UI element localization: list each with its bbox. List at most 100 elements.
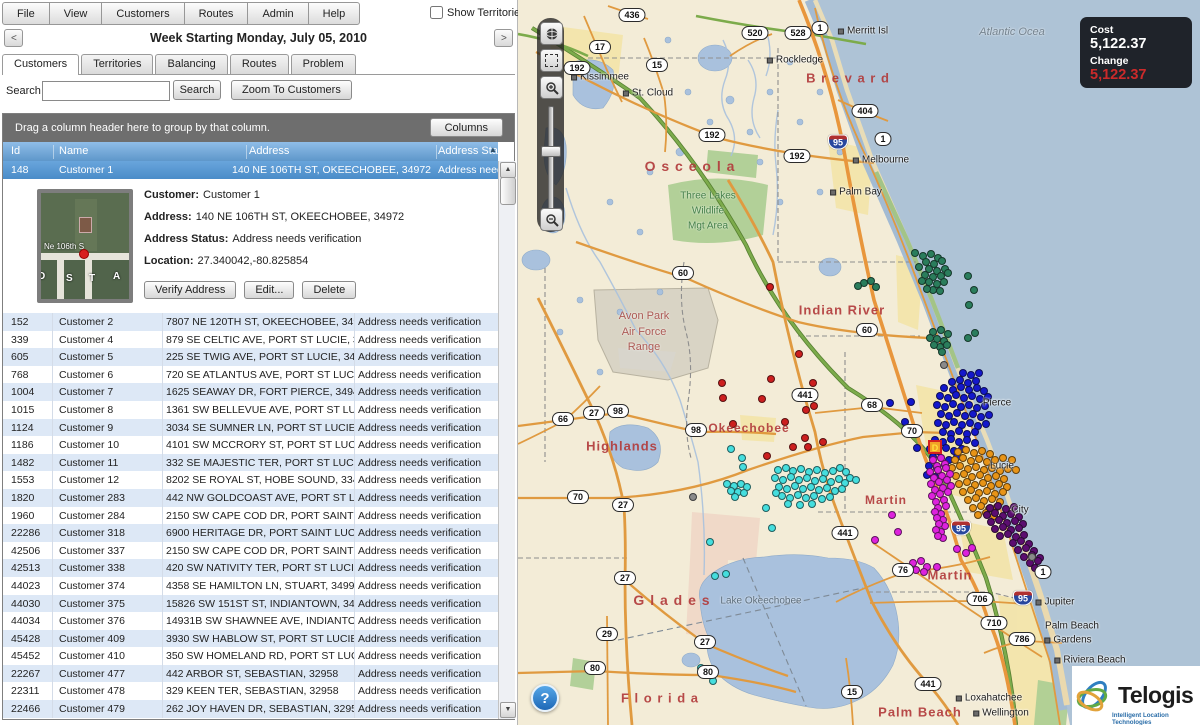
scroll-down-icon[interactable]: ▼ xyxy=(500,702,516,718)
table-row[interactable]: 42513 Customer 338 420 SW NATIVITY TER, PO… xyxy=(3,559,498,577)
map-select-area-button[interactable] xyxy=(540,49,563,72)
customer-dot-blue[interactable] xyxy=(963,436,971,444)
customer-dot-red[interactable] xyxy=(810,402,818,410)
customer-dot-green[interactable] xyxy=(944,269,952,277)
customer-dot-red[interactable] xyxy=(719,394,727,402)
customer-dot-green[interactable] xyxy=(923,285,931,293)
customer-dot-blue[interactable] xyxy=(985,411,993,419)
search-input[interactable] xyxy=(42,81,170,101)
table-row[interactable]: 605 Customer 5 225 SE TWIG AVE, PORT ST LU… xyxy=(3,348,498,366)
customer-dot-green[interactable] xyxy=(872,283,880,291)
customer-dot-red[interactable] xyxy=(795,350,803,358)
table-row[interactable]: 1553 Customer 12 8202 SE ROYAL ST, HOBE SO… xyxy=(3,471,498,489)
scrollbar-thumb[interactable] xyxy=(500,177,516,205)
tab-territories[interactable]: Territories xyxy=(81,54,154,74)
table-row[interactable]: 1186 Customer 10 4101 SW MCCRORY ST, PORT … xyxy=(3,436,498,454)
column-header-name[interactable]: Name xyxy=(59,145,88,157)
customer-dot-red[interactable] xyxy=(718,379,726,387)
customer-dot-green[interactable] xyxy=(918,277,926,285)
customer-dot-green[interactable] xyxy=(936,287,944,295)
customer-dot-cyan[interactable] xyxy=(838,485,846,493)
customer-dot-cyan[interactable] xyxy=(762,504,770,512)
customer-dot-red[interactable] xyxy=(809,379,817,387)
customer-dot-red[interactable] xyxy=(766,283,774,291)
customer-dot-red[interactable] xyxy=(804,443,812,451)
customer-dot-green[interactable] xyxy=(930,341,938,349)
table-row[interactable]: 44030 Customer 375 15826 SW 151ST ST, INDI… xyxy=(3,594,498,613)
customer-dot-blue[interactable] xyxy=(953,409,961,417)
customer-dot-blue[interactable] xyxy=(948,378,956,386)
customer-dot-blue[interactable] xyxy=(913,444,921,452)
table-row[interactable]: 1004 Customer 7 1625 SEAWAY DR, FORT PIERC… xyxy=(3,383,498,401)
customer-dot-cyan[interactable] xyxy=(711,572,719,580)
customer-dot-cyan[interactable] xyxy=(727,445,735,453)
menu-item-customers[interactable]: Customers xyxy=(101,2,185,25)
columns-button[interactable]: Columns xyxy=(429,118,503,137)
customer-dot-blue[interactable] xyxy=(947,435,955,443)
help-button[interactable]: ? xyxy=(531,684,559,712)
table-row[interactable]: 339 Customer 4 879 SE CELTIC AVE, PORT ST … xyxy=(3,330,498,349)
table-row[interactable]: 44034 Customer 376 14931B SW SHAWNEE AVE, … xyxy=(3,612,498,630)
customer-dot-cyan[interactable] xyxy=(774,466,782,474)
table-row[interactable]: 1124 Customer 9 3034 SE SUMNER LN, PORT ST… xyxy=(3,418,498,437)
customer-dot-blue[interactable] xyxy=(886,399,894,407)
grid-scrollbar[interactable]: ▲ ▼ xyxy=(498,161,516,719)
depot-marker[interactable]: D xyxy=(928,440,942,454)
menu-item-routes[interactable]: Routes xyxy=(183,2,249,25)
customer-dot-cyan[interactable] xyxy=(807,483,815,491)
customer-dot-blue[interactable] xyxy=(937,410,945,418)
customer-dot-blue[interactable] xyxy=(940,384,948,392)
customer-dot-purple[interactable] xyxy=(1004,530,1012,538)
customer-dot-blue[interactable] xyxy=(907,398,915,406)
customer-dot-cyan[interactable] xyxy=(810,492,818,500)
menu-item-file[interactable]: File xyxy=(2,2,50,25)
table-row[interactable]: 152 Customer 2 7807 NE 120TH ST, OKEECHOBE… xyxy=(3,313,498,331)
delete-button[interactable]: Delete xyxy=(302,281,357,299)
customer-dot-red[interactable] xyxy=(763,452,771,460)
customer-dot-magenta[interactable] xyxy=(942,502,950,510)
customer-dot-magenta[interactable] xyxy=(968,544,976,552)
customer-dot-orange[interactable] xyxy=(976,471,984,479)
customer-dot-gray[interactable] xyxy=(1028,553,1036,561)
customer-dot-blue[interactable] xyxy=(949,400,957,408)
customer-dot-orange[interactable] xyxy=(959,454,967,462)
tab-problem[interactable]: Problem xyxy=(290,54,356,74)
customer-dot-blue[interactable] xyxy=(982,420,990,428)
customer-dot-magenta[interactable] xyxy=(934,532,942,540)
customer-dot-orange[interactable] xyxy=(995,480,1003,488)
table-row[interactable]: 42506 Customer 337 2150 SW CAPE COD DR, PO… xyxy=(3,541,498,560)
customer-dot-blue[interactable] xyxy=(950,418,958,426)
customer-dot-red[interactable] xyxy=(802,406,810,414)
customer-dot-cyan[interactable] xyxy=(740,489,748,497)
customer-dot-orange[interactable] xyxy=(963,478,971,486)
menu-item-help[interactable]: Help xyxy=(307,2,361,25)
customer-dot-orange[interactable] xyxy=(978,447,986,455)
zoom-slider-handle[interactable] xyxy=(541,146,561,157)
table-row[interactable]: 1960 Customer 284 2150 SW CAPE COD DR, POR… xyxy=(3,506,498,525)
customer-dot-cyan[interactable] xyxy=(818,495,826,503)
selected-table-row[interactable]: 148 Customer 1 140 NE 106TH ST, OKEECHOB… xyxy=(3,161,498,179)
customer-dot-blue[interactable] xyxy=(966,419,974,427)
customer-dot-cyan[interactable] xyxy=(771,474,779,482)
customer-dot-cyan[interactable] xyxy=(791,482,799,490)
table-row[interactable]: 22466 Customer 479 262 JOY HAVEN DR, SEBAS… xyxy=(3,700,498,718)
customer-dot-blue[interactable] xyxy=(968,392,976,400)
customer-dot-orange[interactable] xyxy=(979,479,987,487)
column-header-address[interactable]: Address xyxy=(249,145,289,157)
table-row[interactable]: 45452 Customer 410 350 SW HOMELAND RD, POR… xyxy=(3,647,498,665)
customer-dot-blue[interactable] xyxy=(933,401,941,409)
customer-dot-blue[interactable] xyxy=(975,369,983,377)
tab-routes[interactable]: Routes xyxy=(229,54,289,74)
customer-dot-orange[interactable] xyxy=(960,470,968,478)
customer-dot-green[interactable] xyxy=(938,348,946,356)
column-divider[interactable] xyxy=(53,145,54,159)
customer-dot-cyan[interactable] xyxy=(722,570,730,578)
customer-dot-blue[interactable] xyxy=(969,410,977,418)
customer-dot-cyan[interactable] xyxy=(731,493,739,501)
zoom-slider-track[interactable] xyxy=(548,106,554,210)
customer-dot-blue[interactable] xyxy=(955,427,963,435)
customer-dot-blue[interactable] xyxy=(936,392,944,400)
sort-ascending-icon[interactable]: ▲ xyxy=(489,145,497,154)
customer-dot-blue[interactable] xyxy=(942,444,950,452)
customer-dot-orange[interactable] xyxy=(992,472,1000,480)
